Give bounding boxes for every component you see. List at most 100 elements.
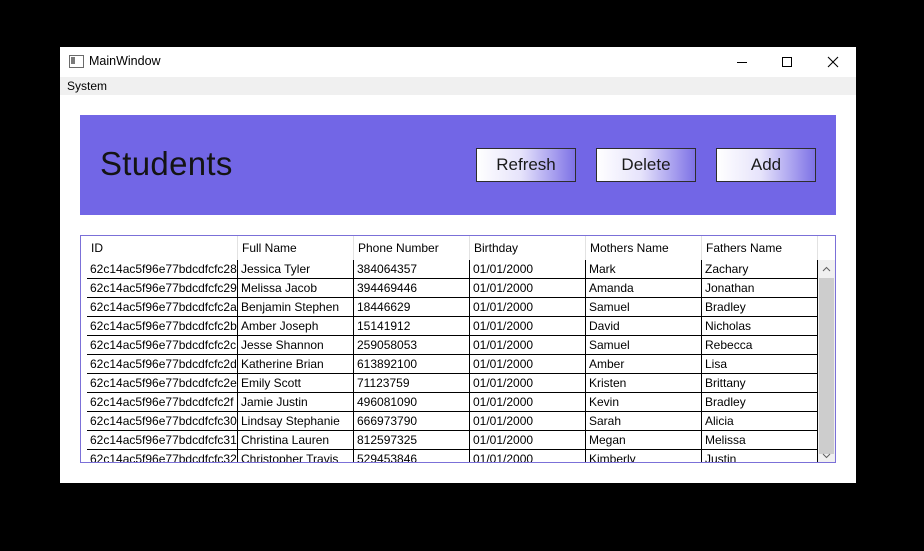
cell-mothers-name[interactable]: Amanda <box>586 279 702 298</box>
cell-id[interactable]: 62c14ac5f96e77bdcdfcfc32 <box>87 450 238 462</box>
table-row[interactable]: 62c14ac5f96e77bdcdfcfc2d Katherine Brian 6… <box>87 355 818 374</box>
page-title: Students <box>100 145 233 182</box>
menu-bar: System <box>60 77 856 95</box>
table-row[interactable]: 62c14ac5f96e77bdcdfcfc2e Emily Scott 71123… <box>87 374 818 393</box>
cell-mothers-name[interactable]: Sarah <box>586 412 702 431</box>
cell-birthday[interactable]: 01/01/2000 <box>470 279 586 298</box>
scrollbar-thumb[interactable] <box>819 278 834 454</box>
cell-phone-number[interactable]: 529453846 <box>354 450 470 462</box>
cell-id[interactable]: 62c14ac5f96e77bdcdfcfc2f <box>87 393 238 412</box>
maximize-button[interactable] <box>764 47 810 77</box>
delete-button[interactable]: Delete <box>596 148 696 182</box>
add-button[interactable]: Add <box>716 148 816 182</box>
column-header-id[interactable]: ID <box>87 236 238 260</box>
cell-full-name[interactable]: Jesse Shannon <box>238 336 354 355</box>
cell-birthday[interactable]: 01/01/2000 <box>470 412 586 431</box>
cell-fathers-name[interactable]: Rebecca <box>702 336 818 355</box>
cell-id[interactable]: 62c14ac5f96e77bdcdfcfc2d <box>87 355 238 374</box>
cell-birthday[interactable]: 01/01/2000 <box>470 355 586 374</box>
cell-full-name[interactable]: Melissa Jacob <box>238 279 354 298</box>
cell-mothers-name[interactable]: Samuel <box>586 298 702 317</box>
cell-fathers-name[interactable]: Melissa <box>702 431 818 450</box>
refresh-button[interactable]: Refresh <box>476 148 576 182</box>
scroll-up-button[interactable] <box>818 260 835 277</box>
cell-mothers-name[interactable]: David <box>586 317 702 336</box>
cell-phone-number[interactable]: 394469446 <box>354 279 470 298</box>
cell-birthday[interactable]: 01/01/2000 <box>470 450 586 462</box>
cell-mothers-name[interactable]: Kevin <box>586 393 702 412</box>
table-row[interactable]: 62c14ac5f96e77bdcdfcfc2b Amber Joseph 1514… <box>87 317 818 336</box>
cell-birthday[interactable]: 01/01/2000 <box>470 374 586 393</box>
cell-full-name[interactable]: Amber Joseph <box>238 317 354 336</box>
cell-full-name[interactable]: Christina Lauren <box>238 431 354 450</box>
cell-mothers-name[interactable]: Samuel <box>586 336 702 355</box>
table-row[interactable]: 62c14ac5f96e77bdcdfcfc32 Christopher Trav… <box>87 450 818 462</box>
cell-phone-number[interactable]: 71123759 <box>354 374 470 393</box>
table-row[interactable]: 62c14ac5f96e77bdcdfcfc2f Jamie Justin 4960… <box>87 393 818 412</box>
cell-fathers-name[interactable]: Zachary <box>702 260 818 279</box>
cell-fathers-name[interactable]: Alicia <box>702 412 818 431</box>
cell-fathers-name[interactable]: Lisa <box>702 355 818 374</box>
cell-fathers-name[interactable]: Brittany <box>702 374 818 393</box>
cell-phone-number[interactable]: 259058053 <box>354 336 470 355</box>
table-row[interactable]: 62c14ac5f96e77bdcdfcfc29 Melissa Jacob 394… <box>87 279 818 298</box>
cell-id[interactable]: 62c14ac5f96e77bdcdfcfc31 <box>87 431 238 450</box>
students-table[interactable]: ID Full Name Phone Number Birthday Mothe… <box>80 235 836 463</box>
minimize-button[interactable] <box>719 47 765 77</box>
column-header-fathers-name[interactable]: Fathers Name <box>702 236 818 260</box>
cell-phone-number[interactable]: 496081090 <box>354 393 470 412</box>
cell-mothers-name[interactable]: Megan <box>586 431 702 450</box>
cell-phone-number[interactable]: 384064357 <box>354 260 470 279</box>
cell-id[interactable]: 62c14ac5f96e77bdcdfcfc2e <box>87 374 238 393</box>
title-bar[interactable]: MainWindow <box>60 47 856 77</box>
cell-full-name[interactable]: Lindsay Stephanie <box>238 412 354 431</box>
cell-full-name[interactable]: Benjamin Stephen <box>238 298 354 317</box>
close-button[interactable] <box>810 47 856 77</box>
table-row[interactable]: 62c14ac5f96e77bdcdfcfc31 Christina Lauren… <box>87 431 818 450</box>
menu-item-system[interactable]: System <box>67 79 107 93</box>
cell-birthday[interactable]: 01/01/2000 <box>470 298 586 317</box>
cell-phone-number[interactable]: 18446629 <box>354 298 470 317</box>
cell-phone-number[interactable]: 613892100 <box>354 355 470 374</box>
vertical-scrollbar[interactable] <box>818 260 835 462</box>
cell-fathers-name[interactable]: Bradley <box>702 393 818 412</box>
cell-fathers-name[interactable]: Nicholas <box>702 317 818 336</box>
column-header-phone-number[interactable]: Phone Number <box>354 236 470 260</box>
cell-fathers-name[interactable]: Justin <box>702 450 818 462</box>
cell-phone-number[interactable]: 812597325 <box>354 431 470 450</box>
cell-mothers-name[interactable]: Mark <box>586 260 702 279</box>
cell-fathers-name[interactable]: Jonathan <box>702 279 818 298</box>
cell-id[interactable]: 62c14ac5f96e77bdcdfcfc2c <box>87 336 238 355</box>
table-row[interactable]: 62c14ac5f96e77bdcdfcfc30 Lindsay Stephani… <box>87 412 818 431</box>
cell-id[interactable]: 62c14ac5f96e77bdcdfcfc2b <box>87 317 238 336</box>
scroll-down-button[interactable] <box>818 447 835 462</box>
table-row[interactable]: 62c14ac5f96e77bdcdfcfc2c Jesse Shannon 259… <box>87 336 818 355</box>
cell-full-name[interactable]: Jessica Tyler <box>238 260 354 279</box>
cell-phone-number[interactable]: 15141912 <box>354 317 470 336</box>
cell-birthday[interactable]: 01/01/2000 <box>470 260 586 279</box>
close-icon <box>827 56 839 68</box>
column-header-birthday[interactable]: Birthday <box>470 236 586 260</box>
cell-full-name[interactable]: Katherine Brian <box>238 355 354 374</box>
cell-id[interactable]: 62c14ac5f96e77bdcdfcfc2a <box>87 298 238 317</box>
cell-mothers-name[interactable]: Kimberly <box>586 450 702 462</box>
table-row[interactable]: 62c14ac5f96e77bdcdfcfc28 Jessica Tyler 384… <box>87 260 818 279</box>
cell-phone-number[interactable]: 666973790 <box>354 412 470 431</box>
cell-fathers-name[interactable]: Bradley <box>702 298 818 317</box>
cell-id[interactable]: 62c14ac5f96e77bdcdfcfc30 <box>87 412 238 431</box>
cell-birthday[interactable]: 01/01/2000 <box>470 317 586 336</box>
cell-full-name[interactable]: Jamie Justin <box>238 393 354 412</box>
cell-full-name[interactable]: Christopher Travis <box>238 450 354 462</box>
cell-birthday[interactable]: 01/01/2000 <box>470 431 586 450</box>
cell-birthday[interactable]: 01/01/2000 <box>470 336 586 355</box>
cell-birthday[interactable]: 01/01/2000 <box>470 393 586 412</box>
cell-id[interactable]: 62c14ac5f96e77bdcdfcfc28 <box>87 260 238 279</box>
cell-mothers-name[interactable]: Kristen <box>586 374 702 393</box>
table-row[interactable]: 62c14ac5f96e77bdcdfcfc2a Benjamin Stephen… <box>87 298 818 317</box>
column-header-mothers-name[interactable]: Mothers Name <box>586 236 702 260</box>
cell-id[interactable]: 62c14ac5f96e77bdcdfcfc29 <box>87 279 238 298</box>
window-title: MainWindow <box>89 54 161 68</box>
column-header-full-name[interactable]: Full Name <box>238 236 354 260</box>
cell-mothers-name[interactable]: Amber <box>586 355 702 374</box>
cell-full-name[interactable]: Emily Scott <box>238 374 354 393</box>
